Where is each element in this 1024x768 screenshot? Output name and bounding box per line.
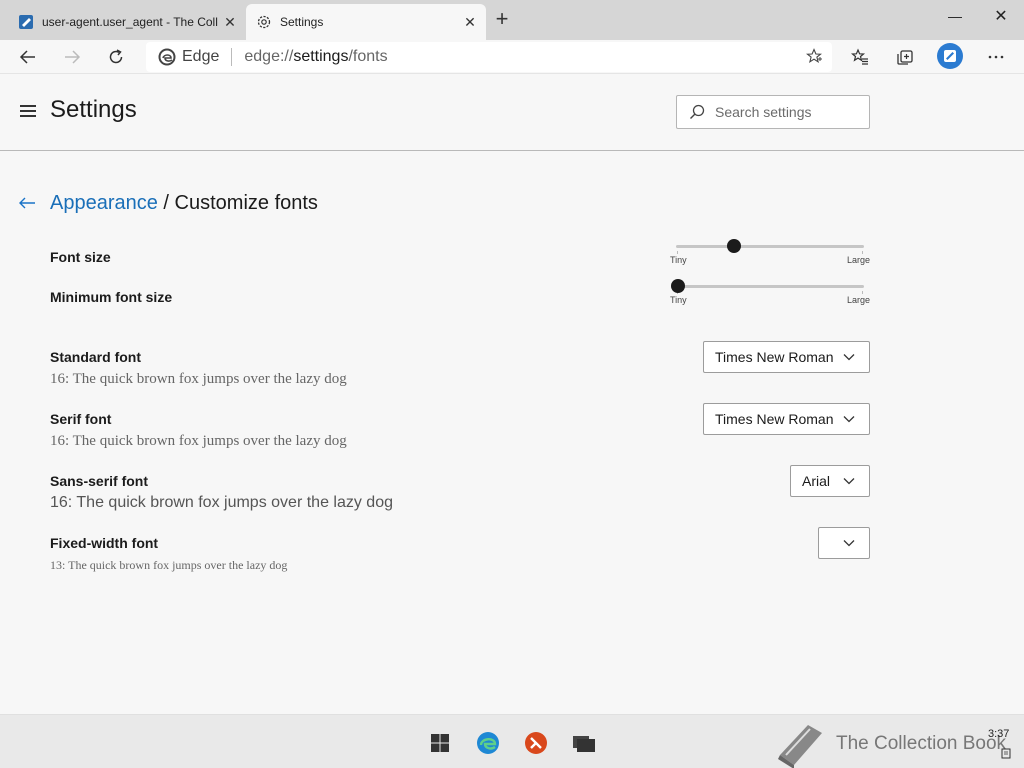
standard-font-select[interactable]: Times New Roman bbox=[703, 341, 870, 373]
watermark-logo: The Collection Book bbox=[772, 719, 1006, 768]
tab-close-icon[interactable]: ✕ bbox=[458, 10, 482, 34]
slider-track bbox=[676, 245, 864, 248]
slider-thumb[interactable] bbox=[726, 239, 741, 253]
favorites-icon bbox=[851, 48, 868, 65]
back-button[interactable] bbox=[13, 42, 43, 72]
select-value: Arial bbox=[802, 473, 831, 489]
url-path-rest: /fonts bbox=[348, 48, 388, 65]
search-placeholder: Search settings bbox=[715, 104, 812, 120]
font-size-slider[interactable]: Tiny Large bbox=[670, 236, 870, 266]
windows-start-icon[interactable] bbox=[428, 731, 452, 755]
standard-font-sample: 16: The quick brown fox jumps over the l… bbox=[50, 371, 347, 387]
ellipsis-icon bbox=[988, 55, 1004, 59]
select-value: Times New Roman bbox=[715, 349, 834, 365]
forward-button[interactable] bbox=[57, 42, 87, 72]
tab-settings[interactable]: Settings ✕ bbox=[246, 4, 486, 40]
select-value: Times New Roman bbox=[715, 411, 834, 427]
menu-icon[interactable] bbox=[20, 105, 36, 117]
min-font-size-slider[interactable]: Tiny Large bbox=[670, 276, 870, 306]
sans-serif-font-label: Sans-serif font bbox=[50, 473, 149, 489]
edge-logo-icon bbox=[158, 48, 176, 66]
breadcrumb-current: Customize fonts bbox=[174, 192, 318, 214]
profile-book-icon bbox=[944, 50, 956, 62]
task-view-icon[interactable] bbox=[572, 731, 596, 755]
refresh-button[interactable] bbox=[101, 42, 131, 72]
fixed-width-font-select[interactable] bbox=[818, 527, 870, 559]
new-tab-button[interactable]: + bbox=[490, 8, 514, 32]
page-title: Settings bbox=[50, 96, 137, 123]
serif-font-label: Serif font bbox=[50, 411, 112, 427]
tab-user-agent[interactable]: user-agent.user_agent - The Coll ✕ bbox=[8, 4, 246, 40]
back-arrow-icon bbox=[19, 50, 35, 64]
chevron-down-icon bbox=[843, 477, 855, 485]
edge-taskbar-icon[interactable] bbox=[476, 731, 500, 755]
url-path-main: settings bbox=[293, 48, 349, 65]
taskbar: The Collection Book 3:37 bbox=[0, 714, 1024, 768]
slider-track bbox=[676, 285, 864, 288]
standard-font-label: Standard font bbox=[50, 349, 141, 365]
tab-title: Settings bbox=[280, 15, 324, 29]
slider-max-label: Large bbox=[846, 255, 870, 265]
site-label: Edge bbox=[182, 48, 220, 65]
slider-min-label: Tiny bbox=[670, 255, 687, 265]
browser-toolbar: Edge edge:// settings /fonts bbox=[0, 40, 1024, 74]
fixed-width-font-label: Fixed-width font bbox=[50, 535, 159, 551]
sans-serif-font-sample: 16: The quick brown fox jumps over the l… bbox=[50, 494, 393, 511]
slider-max-label: Large bbox=[846, 295, 870, 305]
close-window-button[interactable]: ✕ bbox=[978, 0, 1024, 32]
minimize-button[interactable]: — bbox=[932, 0, 978, 32]
chevron-down-icon bbox=[843, 353, 855, 361]
chevron-down-icon bbox=[843, 415, 855, 423]
system-clock[interactable]: 3:37 bbox=[988, 728, 1009, 740]
forward-arrow-icon bbox=[65, 50, 81, 64]
tab-strip: user-agent.user_agent - The Coll ✕ Setti… bbox=[0, 0, 1024, 40]
breadcrumb: Appearance / Customize fonts bbox=[50, 192, 318, 215]
tab-title: user-agent.user_agent - The Coll bbox=[42, 15, 218, 29]
slider-tick bbox=[677, 251, 678, 254]
settings-header: Settings Search settings bbox=[0, 74, 1024, 151]
font-size-label: Font size bbox=[50, 249, 111, 265]
tab-close-icon[interactable]: ✕ bbox=[218, 10, 242, 34]
collections-button[interactable] bbox=[890, 42, 920, 72]
remote-app-icon[interactable] bbox=[524, 731, 548, 755]
serif-font-select[interactable]: Times New Roman bbox=[703, 403, 870, 435]
slider-tick bbox=[862, 251, 863, 254]
back-link-icon[interactable] bbox=[18, 193, 38, 213]
more-options-button[interactable] bbox=[981, 42, 1011, 72]
search-icon bbox=[689, 104, 705, 120]
slider-thumb[interactable] bbox=[671, 279, 685, 293]
chevron-down-icon bbox=[843, 539, 855, 547]
min-font-size-label: Minimum font size bbox=[50, 289, 173, 305]
url-host: edge:// bbox=[244, 48, 294, 65]
add-favorite-icon[interactable] bbox=[806, 48, 822, 69]
address-bar[interactable]: Edge edge:// settings /fonts bbox=[146, 42, 832, 72]
slider-tick bbox=[862, 291, 863, 294]
book-icon bbox=[18, 14, 34, 30]
collections-icon bbox=[897, 50, 913, 65]
favorites-button[interactable] bbox=[845, 42, 875, 72]
gear-icon bbox=[256, 14, 272, 30]
refresh-icon bbox=[109, 49, 123, 64]
watermark-text: The Collection Book bbox=[836, 733, 1007, 754]
book-watermark-icon bbox=[778, 725, 822, 768]
breadcrumb-separator: / bbox=[157, 192, 175, 214]
profile-avatar[interactable] bbox=[937, 43, 963, 69]
serif-font-sample: 16: The quick brown fox jumps over the l… bbox=[50, 433, 347, 449]
notification-icon[interactable] bbox=[1001, 748, 1011, 763]
breadcrumb-appearance-link[interactable]: Appearance bbox=[50, 192, 158, 214]
address-divider bbox=[231, 48, 233, 66]
slider-min-label: Tiny bbox=[670, 295, 687, 305]
fixed-width-font-sample: 13: The quick brown fox jumps over the l… bbox=[50, 558, 288, 572]
sans-serif-font-select[interactable]: Arial bbox=[790, 465, 870, 497]
search-input[interactable]: Search settings bbox=[676, 95, 870, 129]
